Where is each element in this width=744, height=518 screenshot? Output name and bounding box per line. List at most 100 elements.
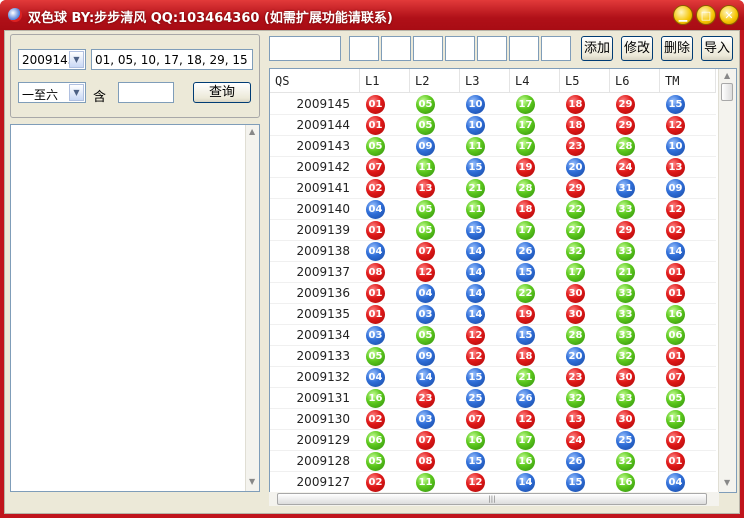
lottery-ball: 27	[566, 221, 585, 240]
table-row[interactable]: 2009134 03 05 12 15 28 33 06	[270, 325, 716, 346]
scroll-down-icon[interactable]: ▼	[724, 478, 730, 487]
table-row[interactable]: 2009127 02 11 12 14 15 16 04	[270, 472, 716, 492]
entry-ball-input[interactable]	[541, 36, 571, 61]
close-button[interactable]: ✕	[719, 5, 739, 25]
import-button[interactable]: 导入	[701, 36, 733, 61]
table-row[interactable]: 2009128 05 08 15 16 26 32 01	[270, 451, 716, 472]
add-button[interactable]: 添加	[581, 36, 613, 61]
column-header[interactable]: L1	[360, 69, 410, 93]
lottery-ball: 01	[366, 305, 385, 324]
lottery-ball: 14	[466, 305, 485, 324]
table-row[interactable]: 2009142 07 11 15 19 20 24 13	[270, 157, 716, 178]
table-row[interactable]: 2009137 08 12 14 15 17 21 01	[270, 262, 716, 283]
lottery-ball: 05	[366, 137, 385, 156]
column-header[interactable]: L6	[610, 69, 660, 93]
table-row[interactable]: 2009141 02 13 21 28 29 31 09	[270, 178, 716, 199]
table-row[interactable]: 2009138 04 07 14 26 32 33 14	[270, 241, 716, 262]
lottery-ball: 19	[516, 305, 535, 324]
lottery-ball: 26	[566, 452, 585, 471]
column-header[interactable]: QS	[270, 69, 360, 93]
lottery-ball: 05	[366, 347, 385, 366]
lottery-ball: 14	[466, 263, 485, 282]
column-header[interactable]: TM	[660, 69, 716, 93]
lottery-ball: 01	[366, 116, 385, 135]
range-combo[interactable]: 一至六 ▼	[18, 82, 86, 103]
lottery-ball: 33	[616, 305, 635, 324]
column-header[interactable]: L3	[460, 69, 510, 93]
lottery-ball: 02	[666, 221, 685, 240]
lottery-ball: 16	[466, 431, 485, 450]
lottery-ball: 01	[666, 347, 685, 366]
edit-button[interactable]: 修改	[621, 36, 653, 61]
table-row[interactable]: 2009133 05 09 12 18 20 32 01	[270, 346, 716, 367]
lottery-ball: 05	[416, 200, 435, 219]
table-row[interactable]: 2009132 04 14 15 21 23 30 07	[270, 367, 716, 388]
lottery-ball: 33	[616, 389, 635, 408]
lottery-ball: 18	[516, 200, 535, 219]
issue-number: 2009127	[296, 475, 350, 489]
table-row[interactable]: 2009130 02 03 07 12 13 30 11	[270, 409, 716, 430]
entry-issue-input[interactable]	[269, 36, 341, 61]
title-bar[interactable]: 双色球 BY:步步清风 QQ:103464360 (如需扩展功能请联系) ▁ □…	[0, 0, 744, 30]
lottery-ball: 05	[416, 116, 435, 135]
numbers-input[interactable]: 01, 05, 10, 17, 18, 29, 15	[91, 49, 253, 70]
lottery-ball: 24	[566, 431, 585, 450]
column-header[interactable]: L2	[410, 69, 460, 93]
issue-number: 2009141	[296, 181, 350, 195]
maximize-icon: □	[700, 8, 712, 22]
lottery-ball: 26	[516, 242, 535, 261]
draw-history-grid[interactable]: QS L1 L2 L3 L4 L5 L6 TM 2009145 01 05 10 17 18 29 15 20…	[269, 68, 737, 493]
column-header[interactable]: L5	[560, 69, 610, 93]
lottery-ball: 23	[566, 137, 585, 156]
grid-vscroll[interactable]: ▲ ▼	[718, 69, 736, 492]
entry-ball-input[interactable]	[477, 36, 507, 61]
query-button[interactable]: 查询	[193, 82, 251, 103]
table-row[interactable]: 2009129 06 07 16 17 24 25 07	[270, 430, 716, 451]
result-list[interactable]: ▲ ▼	[10, 124, 260, 492]
table-row[interactable]: 2009136 01 04 14 22 30 33 01	[270, 283, 716, 304]
entry-ball-input[interactable]	[413, 36, 443, 61]
lottery-ball: 21	[516, 368, 535, 387]
result-list-vscroll[interactable]: ▲ ▼	[245, 125, 259, 491]
table-row[interactable]: 2009135 01 03 14 19 30 33 16	[270, 304, 716, 325]
close-icon: ✕	[724, 8, 734, 22]
table-row[interactable]: 2009145 01 05 10 17 18 29 15	[270, 94, 716, 115]
window-title: 双色球 BY:步步清风 QQ:103464360 (如需扩展功能请联系)	[28, 11, 393, 26]
contain-input[interactable]	[118, 82, 174, 103]
lottery-ball: 07	[666, 431, 685, 450]
resize-grip-icon[interactable]	[725, 493, 737, 505]
chevron-down-icon[interactable]: ▼	[69, 84, 84, 101]
column-header[interactable]: L4	[510, 69, 560, 93]
grid-hscroll-thumb[interactable]: |||	[277, 493, 707, 505]
issue-number: 2009142	[296, 160, 350, 174]
maximize-button[interactable]: □	[696, 5, 716, 25]
entry-ball-input[interactable]	[349, 36, 379, 61]
issue-number: 2009134	[296, 328, 350, 342]
table-row[interactable]: 2009139 01 05 15 17 27 29 02	[270, 220, 716, 241]
lottery-ball: 01	[366, 284, 385, 303]
lottery-ball: 12	[466, 326, 485, 345]
entry-ball-input[interactable]	[445, 36, 475, 61]
scroll-up-icon[interactable]: ▲	[249, 127, 255, 136]
entry-ball-input[interactable]	[509, 36, 539, 61]
delete-button[interactable]: 删除	[661, 36, 693, 61]
table-row[interactable]: 2009140 04 05 11 18 22 33 12	[270, 199, 716, 220]
table-row[interactable]: 2009143 05 09 11 17 23 28 10	[270, 136, 716, 157]
scroll-up-icon[interactable]: ▲	[724, 71, 730, 80]
lottery-ball: 33	[616, 284, 635, 303]
minimize-button[interactable]: ▁	[673, 5, 693, 25]
issue-number-combo[interactable]: 2009145 ▼	[18, 49, 86, 70]
table-row[interactable]: 2009144 01 05 10 17 18 29 12	[270, 115, 716, 136]
table-row[interactable]: 2009131 16 23 25 26 32 33 05	[270, 388, 716, 409]
grid-hscroll[interactable]: |||	[269, 492, 719, 506]
lottery-ball: 12	[416, 263, 435, 282]
lottery-ball: 07	[416, 431, 435, 450]
lottery-ball: 10	[666, 137, 685, 156]
lottery-ball: 20	[566, 347, 585, 366]
lottery-ball: 04	[666, 473, 685, 492]
lottery-ball: 11	[666, 410, 685, 429]
entry-ball-input[interactable]	[381, 36, 411, 61]
chevron-down-icon[interactable]: ▼	[69, 51, 84, 68]
grid-vscroll-thumb[interactable]	[721, 83, 733, 101]
scroll-down-icon[interactable]: ▼	[249, 477, 255, 486]
